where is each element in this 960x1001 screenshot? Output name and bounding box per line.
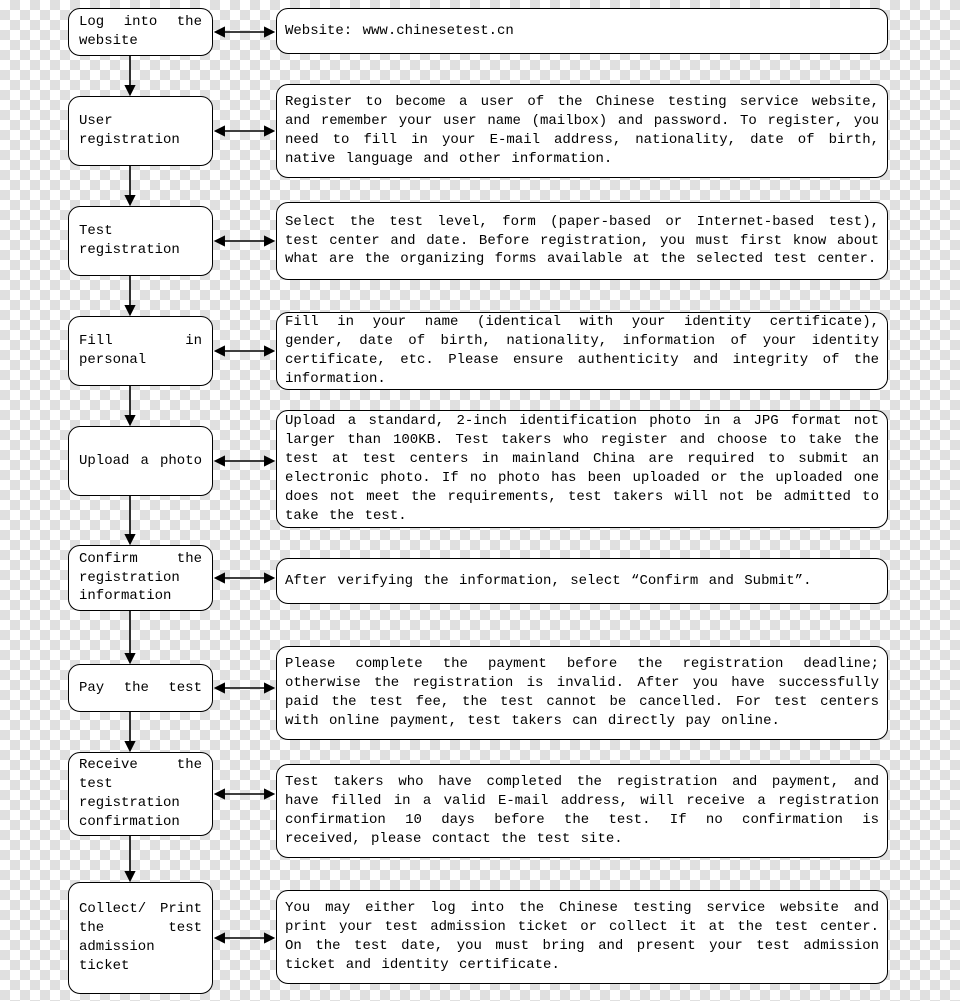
desc-box-8: You may either log into the Chinese test…	[276, 890, 888, 984]
step-box-5: Confirm the registration information	[68, 545, 213, 611]
step-label: Receive the test registration confirmati…	[79, 756, 202, 832]
step-box-3: Fill in personal	[68, 316, 213, 386]
desc-box-2: Select the test level, form (paper-based…	[276, 202, 888, 280]
flowchart-canvas: Log into the website User registration T…	[0, 0, 960, 1001]
step-label: Upload a photo	[79, 452, 202, 471]
desc-text: You may either log into the Chinese test…	[285, 899, 879, 975]
desc-box-0: Website: www.chinesetest.cn	[276, 8, 888, 54]
desc-text: Upload a standard, 2-inch identification…	[285, 412, 879, 525]
desc-box-6: Please complete the payment before the r…	[276, 646, 888, 740]
step-box-4: Upload a photo	[68, 426, 213, 496]
desc-text: Test takers who have completed the regis…	[285, 773, 879, 849]
desc-box-7: Test takers who have completed the regis…	[276, 764, 888, 858]
desc-box-4: Upload a standard, 2-inch identification…	[276, 410, 888, 528]
step-label: User registration	[79, 112, 202, 150]
step-box-0: Log into the website	[68, 8, 213, 56]
step-box-1: User registration	[68, 96, 213, 166]
desc-text: Register to become a user of the Chinese…	[285, 93, 879, 169]
step-box-2: Test registration	[68, 206, 213, 276]
desc-box-1: Register to become a user of the Chinese…	[276, 84, 888, 178]
step-box-6: Pay the test	[68, 664, 213, 712]
desc-text: After verifying the information, select …	[285, 572, 811, 591]
step-label: Collect/ Print the test admission ticket	[79, 900, 202, 976]
step-label: Pay the test	[79, 679, 202, 698]
desc-text: Fill in your name (identical with your i…	[285, 313, 879, 389]
step-label: Fill in personal	[79, 332, 202, 370]
desc-text: Website: www.chinesetest.cn	[285, 22, 514, 41]
desc-box-3: Fill in your name (identical with your i…	[276, 312, 888, 390]
step-label: Log into the website	[79, 13, 202, 51]
step-label: Test registration	[79, 222, 202, 260]
step-box-7: Receive the test registration confirmati…	[68, 752, 213, 836]
desc-text: Please complete the payment before the r…	[285, 655, 879, 731]
desc-text: Select the test level, form (paper-based…	[285, 213, 879, 270]
step-label: Confirm the registration information	[79, 550, 202, 607]
step-box-8: Collect/ Print the test admission ticket	[68, 882, 213, 994]
desc-box-5: After verifying the information, select …	[276, 558, 888, 604]
